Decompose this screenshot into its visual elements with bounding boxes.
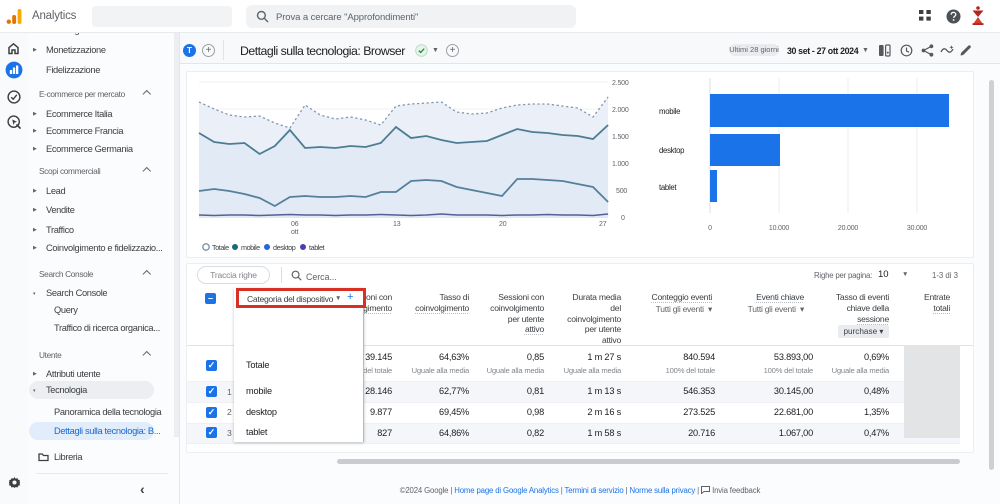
- svg-text:mobile: mobile: [241, 243, 260, 252]
- svg-text:10.000: 10.000: [769, 225, 790, 232]
- svg-text:2.500: 2.500: [612, 80, 629, 87]
- svg-text:2.000: 2.000: [612, 107, 629, 114]
- svg-text:mobile: mobile: [659, 107, 680, 116]
- svg-text:tablet: tablet: [309, 243, 325, 252]
- svg-text:13: 13: [393, 221, 401, 228]
- svg-text:500: 500: [616, 188, 627, 195]
- svg-text:desktop: desktop: [659, 146, 685, 155]
- svg-text:Totale: Totale: [212, 243, 229, 252]
- svg-text:20.000: 20.000: [838, 225, 859, 232]
- svg-text:20: 20: [499, 221, 507, 228]
- svg-text:0: 0: [708, 225, 712, 232]
- svg-text:06: 06: [291, 221, 299, 228]
- svg-text:ott: ott: [291, 229, 298, 236]
- svg-text:0: 0: [621, 215, 625, 222]
- svg-text:27: 27: [599, 221, 607, 228]
- svg-text:30.000: 30.000: [907, 225, 928, 232]
- svg-text:1.500: 1.500: [612, 134, 629, 141]
- svg-text:1.000: 1.000: [612, 161, 629, 168]
- svg-text:tablet: tablet: [659, 183, 677, 192]
- svg-text:desktop: desktop: [273, 243, 296, 252]
